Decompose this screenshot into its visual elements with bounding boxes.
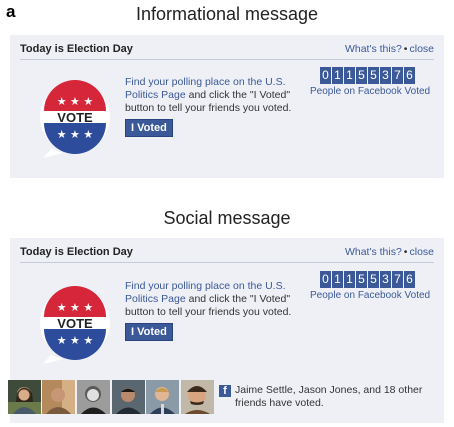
whats-this-link[interactable]: What's this? [345,43,402,55]
friend-photo[interactable] [77,380,110,414]
counter-digit: 6 [404,67,415,84]
counter-digit: 5 [368,67,379,84]
counter-digit: 0 [320,271,331,288]
counter-digit: 1 [344,271,355,288]
counter-digit: 3 [380,271,391,288]
counter-label: People on Facebook Voted [310,290,431,301]
badge-text: VOTE [57,110,93,125]
badge-text: VOTE [57,316,93,331]
instructions: Find your polling place on the U.S. Poli… [125,76,305,115]
svg-text:★ ★ ★: ★ ★ ★ [57,301,94,314]
voter-counter: 0 1 1 5 5 3 7 6 [320,271,416,288]
i-voted-button[interactable]: I Voted [125,323,173,341]
counter-digit: 5 [356,67,367,84]
counter-label: People on Facebook Voted [310,86,431,97]
box-title: Today is Election Day [20,43,133,55]
counter-digit: 1 [344,67,355,84]
svg-text:★ ★ ★: ★ ★ ★ [57,95,94,108]
friend-photo[interactable] [112,380,145,414]
voter-counter: 0 1 1 5 5 3 7 6 [320,67,416,84]
section-heading-informational: Informational message [135,4,319,24]
svg-text:★ ★ ★: ★ ★ ★ [57,334,94,347]
counter-digit: 1 [332,67,343,84]
section-heading-social: Social message [163,208,291,228]
separator-dot: • [403,43,408,55]
box-header: Today is Election Day What's this? • close [20,41,434,60]
counter-digit: 6 [404,271,415,288]
counter-digit: 7 [392,271,403,288]
friend-photo[interactable] [181,380,214,414]
friends-voted-text: Jaime Settle, Jason Jones, and 18 other … [235,384,423,409]
instructions: Find your polling place on the U.S. Poli… [125,280,305,319]
counter-digit: 1 [332,271,343,288]
close-link[interactable]: close [409,43,434,55]
counter-digit: 5 [368,271,379,288]
counter-digit: 3 [380,67,391,84]
counter-digit: 0 [320,67,331,84]
svg-text:★ ★ ★: ★ ★ ★ [57,128,94,141]
separator-dot: • [403,246,408,258]
box-links: What's this? • close [345,43,434,55]
box-title: Today is Election Day [20,246,133,258]
whats-this-link[interactable]: What's this? [345,246,402,258]
facebook-icon: f [219,385,231,397]
friend-photo[interactable] [8,380,41,414]
box-links: What's this? • close [345,246,434,258]
counter-digit: 5 [356,271,367,288]
box-header: Today is Election Day What's this? • close [20,244,434,263]
friend-photo[interactable] [146,380,179,414]
vote-badge-icon: ★ ★ ★ VOTE ★ ★ ★ [40,80,110,158]
close-link[interactable]: close [409,246,434,258]
friend-photo[interactable] [42,380,75,414]
counter-digit: 7 [392,67,403,84]
vote-badge-icon: ★ ★ ★ VOTE ★ ★ ★ [40,286,110,364]
i-voted-button[interactable]: I Voted [125,119,173,137]
